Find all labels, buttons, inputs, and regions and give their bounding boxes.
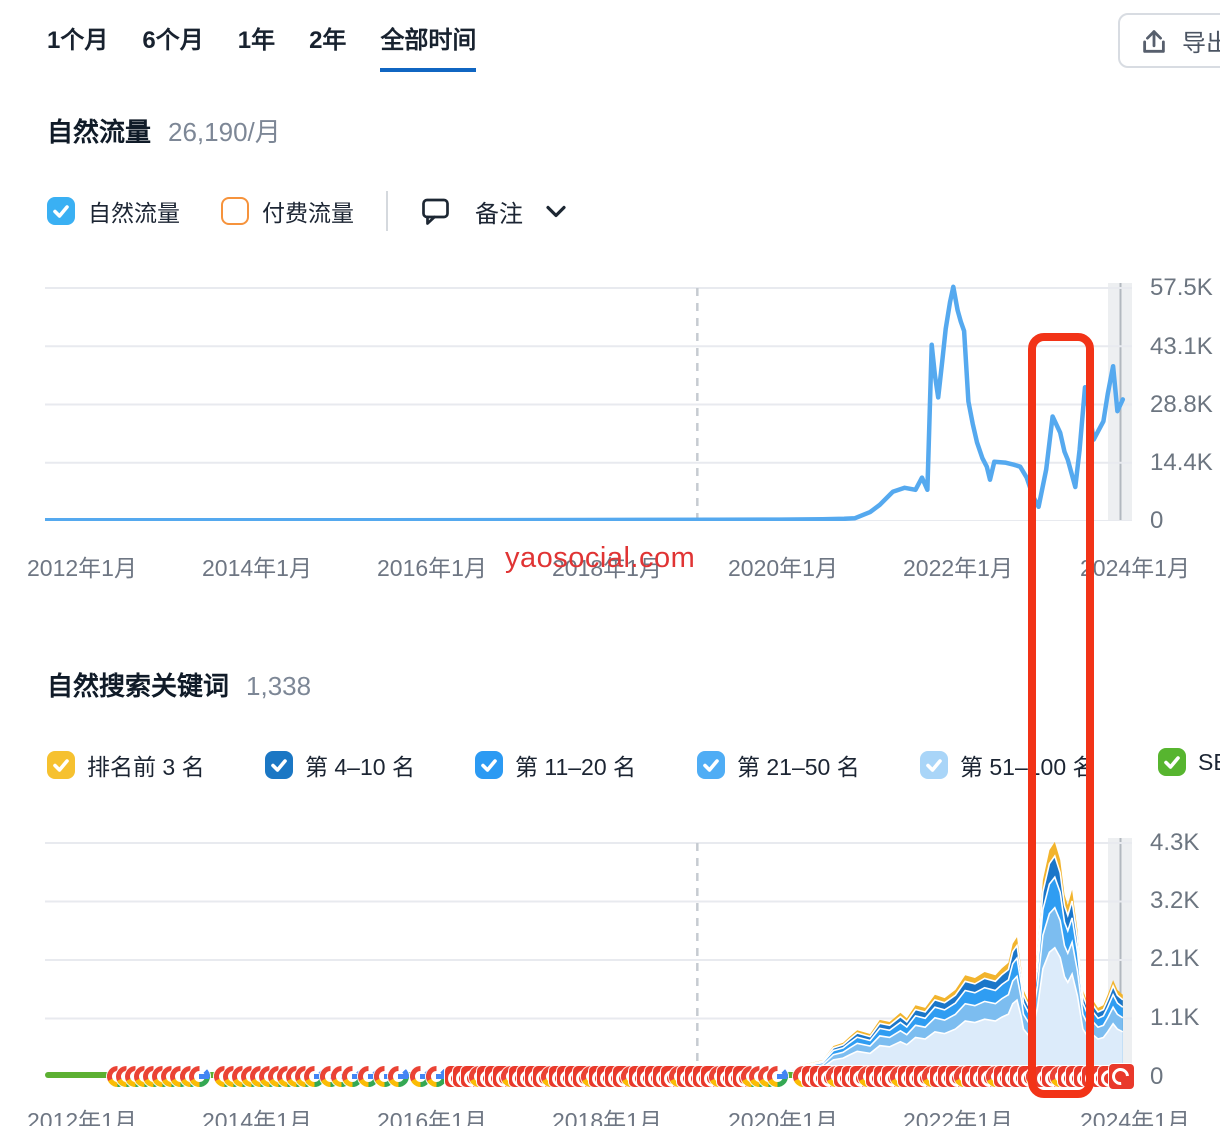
- x-tick: 2014年1月: [202, 1102, 312, 1126]
- tab-all-time[interactable]: 全部时间: [380, 20, 476, 72]
- x-tick: 2016年1月: [377, 549, 487, 583]
- google-update-marker-icon[interactable]: [426, 1066, 447, 1087]
- y-tick: 28.8K: [1150, 391, 1213, 419]
- legend-serp: SE: [1158, 748, 1220, 776]
- y-tick: 3.2K: [1150, 887, 1199, 915]
- notes-bubble-icon: [420, 196, 451, 226]
- legend-divider: [386, 191, 388, 231]
- organic-traffic-header: 自然流量 26,190/月: [47, 112, 281, 149]
- chevron-down-icon[interactable]: [546, 205, 566, 218]
- legend-label: 排名前 3 名: [87, 748, 205, 782]
- serp-checkbox[interactable]: [1158, 748, 1186, 776]
- organic-keywords-title: 自然搜索关键词: [47, 666, 229, 703]
- google-update-marker-icon[interactable]: [388, 1066, 409, 1087]
- y-tick: 57.5K: [1150, 274, 1213, 302]
- tab-1-year[interactable]: 1年: [238, 20, 275, 72]
- legend-51-100: 第 51–100 名: [920, 748, 1096, 782]
- legend-11-20: 第 11–20 名: [475, 748, 636, 782]
- x-tick: 2012年1月: [27, 549, 137, 583]
- x-tick: 2024年1月: [1080, 1102, 1190, 1126]
- check-icon: [701, 755, 721, 775]
- x-tick: 2022年1月: [903, 1102, 1013, 1126]
- pos21-50-checkbox[interactable]: [697, 751, 725, 779]
- legend-4-10: 第 4–10 名: [265, 748, 415, 782]
- organic-traffic-value: 26,190/月: [168, 112, 281, 149]
- organic-traffic-checkbox[interactable]: [47, 197, 75, 225]
- y-tick: 2.1K: [1150, 945, 1199, 973]
- x-tick: 2014年1月: [202, 549, 312, 583]
- legend-label: 第 4–10 名: [305, 748, 415, 782]
- y-tick: 0: [1150, 1063, 1163, 1091]
- tab-6-months[interactable]: 6个月: [142, 20, 203, 72]
- x-tick: 2020年1月: [728, 1102, 838, 1126]
- organic-traffic-chart: [45, 283, 1132, 521]
- top3-checkbox[interactable]: [47, 751, 75, 779]
- keywords-chart: [45, 838, 1132, 1077]
- traffic-legend: 自然流量 付费流量 备注: [47, 192, 566, 230]
- paid-traffic-checkbox[interactable]: [221, 197, 249, 225]
- check-icon: [51, 755, 71, 775]
- period-tabs: 1个月 6个月 1年 2年 全部时间: [47, 20, 476, 72]
- legend-top3: 排名前 3 名: [47, 748, 205, 782]
- y-tick: 43.1K: [1150, 333, 1213, 361]
- watermark: yaosocial.com: [505, 542, 695, 575]
- legend-21-50: 第 21–50 名: [697, 748, 860, 782]
- tab-2-years[interactable]: 2年: [309, 20, 346, 72]
- legend-label: SE: [1198, 749, 1220, 776]
- notes-label: 备注: [475, 194, 523, 229]
- organic-keywords-value: 1,338: [246, 671, 311, 702]
- analytics-page: 1个月 6个月 1年 2年 全部时间 导出 自然流量 26,190/月 自然流量…: [0, 0, 1220, 1126]
- check-icon: [269, 755, 289, 775]
- google-update-marker-icon[interactable]: [767, 1066, 788, 1087]
- check-icon: [924, 755, 944, 775]
- google-update-marker-icon[interactable]: [189, 1066, 210, 1087]
- y-tick: 14.4K: [1150, 449, 1213, 477]
- check-icon: [1162, 752, 1182, 772]
- pos11-20-checkbox[interactable]: [475, 751, 503, 779]
- x-tick: 2016年1月: [377, 1102, 487, 1126]
- legend-label: 第 21–50 名: [737, 748, 860, 782]
- organic-traffic-legend-label: 自然流量: [88, 194, 180, 228]
- x-tick: 2024年1月: [1080, 549, 1190, 583]
- pos51-100-checkbox[interactable]: [920, 751, 948, 779]
- y-tick: 1.1K: [1150, 1004, 1199, 1032]
- legend-label: 第 11–20 名: [515, 748, 636, 782]
- pos4-10-checkbox[interactable]: [265, 751, 293, 779]
- paid-traffic-legend-label: 付费流量: [262, 194, 354, 228]
- check-icon: [479, 755, 499, 775]
- event-marker-icon[interactable]: [1109, 1064, 1134, 1089]
- organic-keywords-header: 自然搜索关键词 1,338: [47, 666, 311, 703]
- legend-label: 第 51–100 名: [960, 748, 1096, 782]
- organic-traffic-title: 自然流量: [47, 112, 151, 149]
- x-tick: 2012年1月: [27, 1102, 137, 1126]
- upload-icon: [1139, 26, 1169, 56]
- tab-1-month[interactable]: 1个月: [47, 20, 108, 72]
- x-tick: 2018年1月: [552, 1102, 662, 1126]
- y-tick: 4.3K: [1150, 829, 1199, 857]
- y-tick: 0: [1150, 507, 1163, 535]
- x-tick: 2020年1月: [728, 549, 838, 583]
- x-tick: 2022年1月: [903, 549, 1013, 583]
- check-icon: [51, 201, 71, 221]
- export-button[interactable]: 导出: [1118, 13, 1220, 68]
- export-button-label: 导出: [1182, 23, 1220, 58]
